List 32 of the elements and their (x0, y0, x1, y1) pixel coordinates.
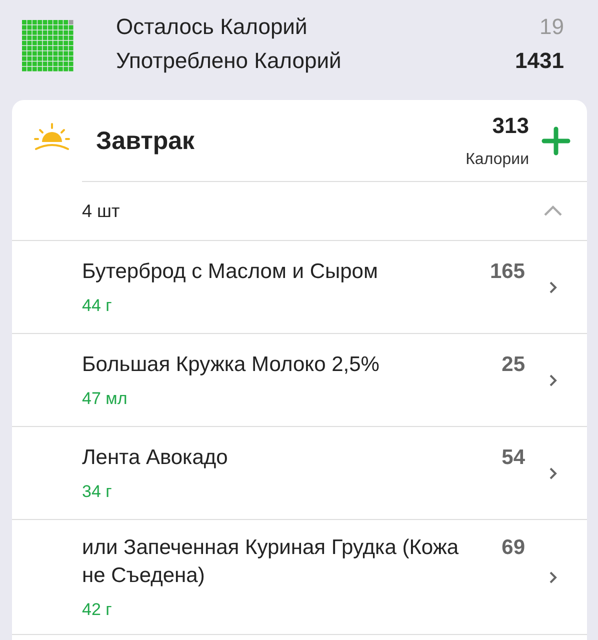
food-amount: 44 г (82, 296, 113, 316)
food-name: Бутерброд с Маслом и Сыром (82, 259, 378, 285)
chevron-right-icon (549, 280, 557, 294)
chevron-right-icon (549, 570, 557, 584)
food-item[interactable]: Бутерброд с Маслом и Сыром 165 44 г (12, 241, 587, 334)
food-item[interactable]: или Запеченная Куриная Грудка (Кожа не Съедена) 69 42 г (12, 520, 587, 635)
progress-grid-icon (22, 20, 74, 72)
food-name: или Запеченная Куриная Грудка (Кожа не Съедена) (82, 535, 460, 589)
food-calories: 25 (502, 352, 525, 378)
food-calories: 54 (502, 445, 525, 471)
food-calories: 165 (490, 259, 525, 285)
food-name: Большая Кружка Молоко 2,5% (82, 352, 380, 378)
summary-value: 19 (540, 14, 564, 40)
food-item[interactable]: Лента Авокадо 54 34 г (12, 427, 587, 520)
food-amount: 47 мл (82, 389, 128, 409)
sunrise-icon (32, 122, 72, 152)
food-calories: 69 (502, 535, 525, 561)
meal-calories: 313 (492, 113, 529, 139)
item-count: 4 шт (82, 200, 120, 222)
meal-title: Завтрак (96, 126, 196, 156)
add-button[interactable] (541, 126, 571, 156)
chevron-right-icon (549, 466, 557, 480)
collapse-button[interactable] (543, 205, 563, 217)
chevron-right-icon (549, 374, 557, 386)
food-amount: 34 г (82, 482, 113, 502)
food-name: Лента Авокадо (82, 445, 228, 471)
food-amount: 42 г (82, 600, 113, 620)
summary-label: Употреблено Калорий (116, 48, 342, 74)
summary-label: Осталось Калорий (116, 14, 308, 40)
calories-label: Калории (466, 151, 529, 169)
summary-value: 1431 (515, 48, 564, 74)
food-item[interactable]: Большая Кружка Молоко 2,5% 25 47 мл (12, 334, 587, 427)
